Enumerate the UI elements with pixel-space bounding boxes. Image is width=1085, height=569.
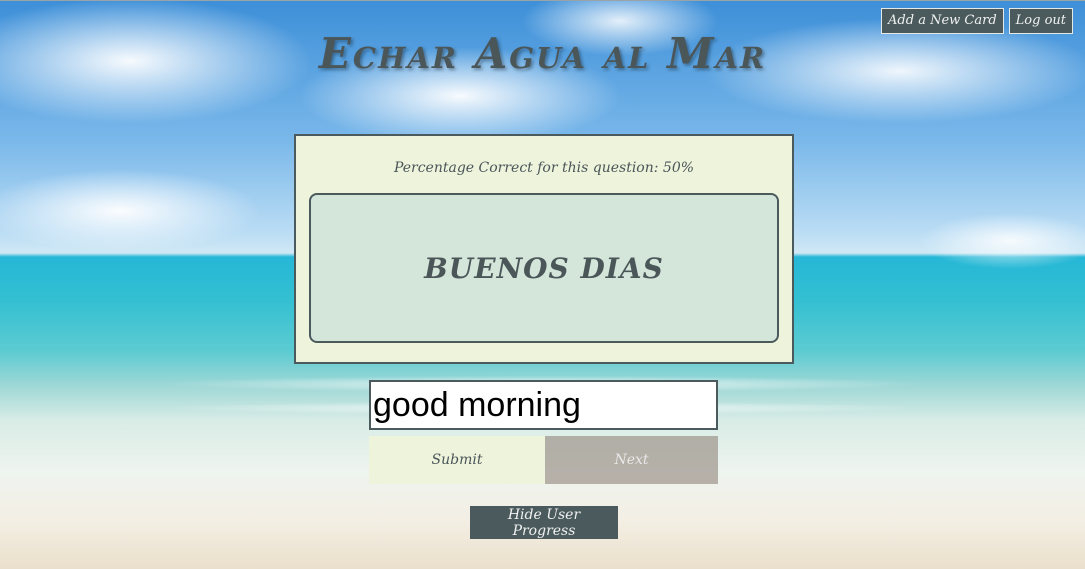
hide-user-progress-button[interactable]: Hide User Progress	[470, 506, 618, 539]
page-title: Echar Agua al Mar	[318, 29, 767, 78]
next-button[interactable]: Next	[545, 436, 718, 484]
beach-background: Add a New Card Log out Echar Agua al Mar…	[0, 0, 1085, 569]
submit-button[interactable]: Submit	[369, 436, 545, 484]
flashcard: Percentage Correct for this question: 50…	[294, 134, 794, 364]
percentage-correct-text: Percentage Correct for this question: 50…	[393, 160, 695, 176]
question-box: BUENOS DIAS	[309, 193, 779, 343]
answer-input[interactable]	[369, 380, 718, 430]
question-text: BUENOS DIAS	[424, 251, 664, 285]
